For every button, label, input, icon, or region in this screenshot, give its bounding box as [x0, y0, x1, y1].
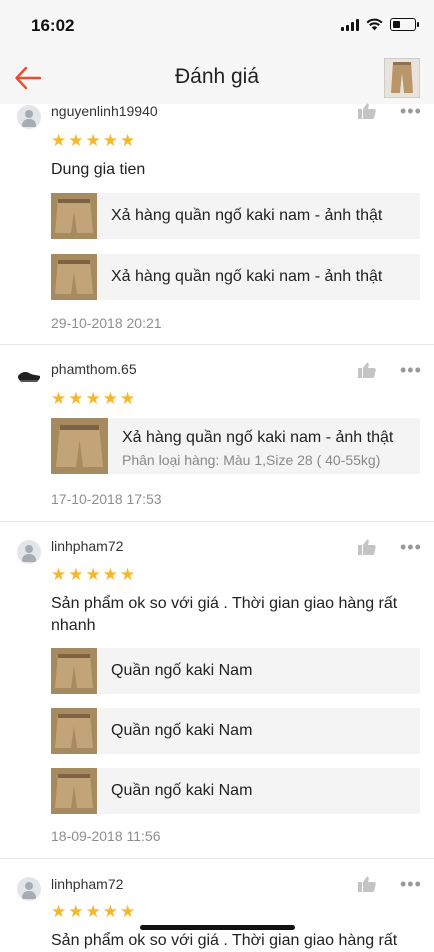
more-options-icon[interactable]: ••• [400, 875, 422, 893]
review-text: Dung gia tien [51, 161, 146, 178]
star-rating: ★ ★ ★ ★ ★ [51, 390, 135, 407]
product-thumbnail [51, 254, 97, 300]
star-icon: ★ [102, 131, 118, 150]
star-icon: ★ [68, 389, 84, 408]
star-icon: ★ [51, 565, 67, 584]
wifi-icon [366, 18, 383, 31]
review-timestamp: 18-09-2018 11:56 [51, 828, 161, 844]
product-name: Xả hàng quần ngố kaki nam - ảnh thật [122, 429, 394, 446]
review-timestamp: 29-10-2018 20:21 [51, 315, 162, 331]
avatar [17, 540, 41, 564]
thumbs-up-icon[interactable] [358, 539, 376, 555]
nav-bar: Đánh giá [0, 52, 434, 104]
product-thumbnail [51, 418, 108, 474]
more-options-icon[interactable]: ••• [400, 361, 422, 379]
review-username: linhpham72 [51, 538, 124, 554]
review-username: linhpham72 [51, 876, 124, 892]
more-options-icon[interactable]: ••• [400, 538, 422, 556]
star-rating: ★ ★ ★ ★ ★ [51, 132, 135, 149]
star-rating: ★ ★ ★ ★ ★ [51, 903, 135, 920]
review-item: nguyenlinh19940 ••• ★ ★ ★ ★ ★ Dung gia tien … [0, 102, 434, 345]
product-thumbnail[interactable] [384, 58, 420, 98]
page-title: Đánh giá [174, 65, 260, 88]
product-card[interactable]: Quần ngố kaki Nam [51, 768, 420, 814]
star-icon: ★ [51, 389, 67, 408]
avatar [17, 877, 41, 901]
star-icon: ★ [85, 902, 101, 921]
star-rating: ★ ★ ★ ★ ★ [51, 566, 135, 583]
thumbs-up-icon[interactable] [358, 103, 376, 119]
star-icon: ★ [51, 131, 67, 150]
star-icon: ★ [68, 902, 84, 921]
star-icon: ★ [51, 902, 67, 921]
more-options-icon[interactable]: ••• [400, 102, 422, 120]
product-card[interactable]: Xả hàng quần ngố kaki nam - ảnh thật [51, 254, 420, 300]
star-icon: ★ [102, 902, 118, 921]
review-list: nguyenlinh19940 ••• ★ ★ ★ ★ ★ Dung gia tien … [0, 102, 434, 949]
product-card[interactable]: Quần ngố kaki Nam [51, 648, 420, 694]
product-card[interactable]: Quần ngố kaki Nam [51, 708, 420, 754]
product-thumbnail [51, 708, 97, 754]
star-icon: ★ [120, 131, 136, 150]
product-thumbnail [51, 648, 97, 694]
avatar [17, 105, 41, 129]
star-icon: ★ [120, 565, 136, 584]
thumbs-up-icon[interactable] [358, 876, 376, 892]
product-name: Quần ngố kaki Nam [111, 782, 253, 799]
review-item: linhpham72 ••• ★ ★ ★ ★ ★ Sản phẩm ok so với … [0, 859, 434, 949]
star-icon: ★ [120, 389, 136, 408]
review-timestamp: 17-10-2018 17:53 [51, 491, 162, 507]
product-name: Xả hàng quần ngố kaki nam - ảnh thật [111, 268, 383, 285]
thumbs-up-icon[interactable] [358, 362, 376, 378]
product-variant: Phân loại hàng: Màu 1,Size 28 ( 40-55kg) [122, 452, 381, 468]
star-icon: ★ [120, 902, 136, 921]
review-item: phamthom.65 ••• ★ ★ ★ ★ ★ Xả hàng quần ngố k… [0, 345, 434, 522]
avatar [17, 361, 41, 385]
product-name: Xả hàng quần ngố kaki nam - ảnh thật [111, 207, 383, 224]
battery-icon [390, 18, 419, 31]
star-icon: ★ [68, 565, 84, 584]
product-card[interactable]: Xả hàng quần ngố kaki nam - ảnh thật Phâ… [51, 418, 420, 474]
signal-icon [341, 18, 359, 31]
product-name: Quần ngố kaki Nam [111, 722, 253, 739]
product-thumbnail [51, 768, 97, 814]
star-icon: ★ [102, 389, 118, 408]
product-name: Quần ngố kaki Nam [111, 662, 253, 679]
status-icons [341, 18, 419, 31]
status-bar: 16:02 [0, 0, 434, 52]
product-thumbnail [51, 193, 97, 239]
product-card[interactable]: Xả hàng quần ngố kaki nam - ảnh thật [51, 193, 420, 239]
review-item: linhpham72 ••• ★ ★ ★ ★ ★ Sản phẩm ok so với … [0, 522, 434, 859]
review-text: Sản phẩm ok so với giá . Thời gian giao … [51, 932, 398, 949]
star-icon: ★ [68, 131, 84, 150]
review-text: Sản phẩm ok so với giá . Thời gian giao … [51, 595, 398, 634]
star-icon: ★ [85, 131, 101, 150]
review-username: phamthom.65 [51, 361, 137, 377]
home-indicator [140, 925, 295, 930]
star-icon: ★ [102, 565, 118, 584]
star-icon: ★ [85, 389, 101, 408]
review-username: nguyenlinh19940 [51, 103, 158, 119]
status-time: 16:02 [31, 16, 75, 35]
star-icon: ★ [85, 565, 101, 584]
